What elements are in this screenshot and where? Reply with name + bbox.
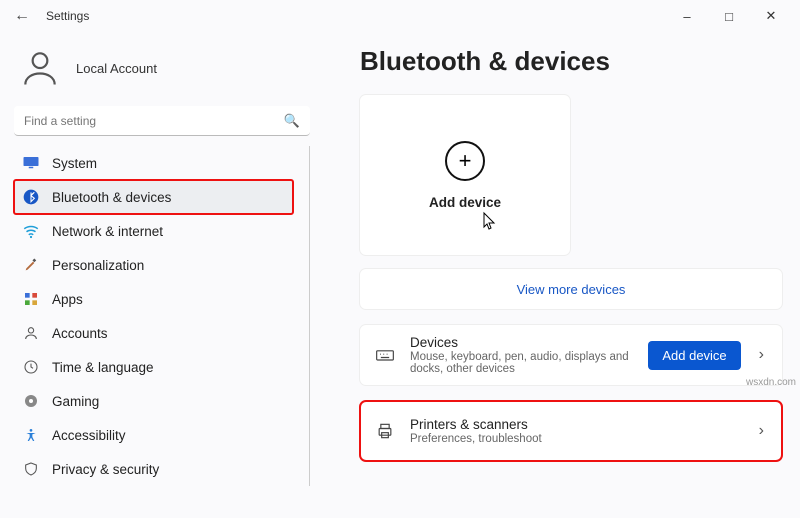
sidebar-item-label: System bbox=[52, 156, 97, 171]
add-device-button[interactable]: Add device bbox=[648, 341, 740, 370]
back-button[interactable]: ← bbox=[8, 7, 36, 25]
chevron-right-icon[interactable]: › bbox=[755, 422, 768, 440]
settings-window: ← Settings – □ ✕ Local Account 🔍 bbox=[0, 0, 800, 518]
main-content: Bluetooth & devices + Add device View mo… bbox=[320, 32, 800, 518]
sidebar-item-bluetooth[interactable]: Bluetooth & devices bbox=[14, 180, 293, 214]
devices-row-sub: Mouse, keyboard, pen, audio, displays an… bbox=[410, 351, 634, 375]
sidebar-item-label: Accounts bbox=[52, 326, 108, 341]
sidebar-item-label: Privacy & security bbox=[52, 462, 159, 477]
sidebar-item-label: Accessibility bbox=[52, 428, 126, 443]
sidebar-item-personalization[interactable]: Personalization bbox=[14, 248, 293, 282]
sidebar-item-label: Personalization bbox=[52, 258, 144, 273]
bluetooth-icon bbox=[22, 188, 40, 206]
clock-icon bbox=[22, 358, 40, 376]
search-icon: 🔍 bbox=[284, 113, 300, 129]
search-input[interactable] bbox=[14, 106, 310, 136]
printers-row[interactable]: Printers & scanners Preferences, trouble… bbox=[360, 401, 782, 461]
account-block[interactable]: Local Account bbox=[14, 38, 310, 104]
account-name: Local Account bbox=[76, 61, 157, 76]
devices-row[interactable]: Devices Mouse, keyboard, pen, audio, dis… bbox=[360, 325, 782, 385]
close-button[interactable]: ✕ bbox=[750, 2, 792, 30]
sidebar-item-label: Time & language bbox=[52, 360, 154, 375]
sidebar-item-accessibility[interactable]: Accessibility bbox=[14, 418, 293, 452]
view-more-devices-link[interactable]: View more devices bbox=[360, 269, 782, 309]
add-device-card[interactable]: + Add device bbox=[360, 95, 570, 255]
minimize-button[interactable]: – bbox=[666, 2, 708, 30]
shield-icon bbox=[22, 460, 40, 478]
sidebar-item-system[interactable]: System bbox=[14, 146, 293, 180]
paintbrush-icon bbox=[22, 256, 40, 274]
maximize-button[interactable]: □ bbox=[708, 2, 750, 30]
monitor-icon bbox=[22, 154, 40, 172]
sidebar-item-privacy[interactable]: Privacy & security bbox=[14, 452, 293, 486]
mouse-cursor-icon bbox=[482, 211, 498, 231]
body: Local Account 🔍 System Bluetooth & bbox=[0, 32, 800, 518]
nav: System Bluetooth & devices Network & int… bbox=[14, 146, 310, 486]
search-field[interactable]: 🔍 bbox=[14, 106, 310, 136]
devices-row-text: Devices Mouse, keyboard, pen, audio, dis… bbox=[410, 335, 634, 375]
add-device-label: Add device bbox=[429, 195, 501, 210]
person-icon bbox=[22, 324, 40, 342]
sidebar-item-time[interactable]: Time & language bbox=[14, 350, 293, 384]
sidebar-item-network[interactable]: Network & internet bbox=[14, 214, 293, 248]
watermark: wsxdn.com bbox=[746, 377, 796, 388]
sidebar-item-label: Network & internet bbox=[52, 224, 163, 239]
window-title: Settings bbox=[46, 9, 89, 23]
sidebar-item-label: Apps bbox=[52, 292, 83, 307]
sidebar-item-gaming[interactable]: Gaming bbox=[14, 384, 293, 418]
sidebar-item-label: Gaming bbox=[52, 394, 99, 409]
sidebar-item-accounts[interactable]: Accounts bbox=[14, 316, 293, 350]
printer-icon bbox=[374, 421, 396, 441]
keyboard-icon bbox=[374, 345, 396, 365]
sidebar: Local Account 🔍 System Bluetooth & bbox=[0, 32, 320, 518]
sidebar-item-label: Bluetooth & devices bbox=[52, 190, 171, 205]
devices-row-title: Devices bbox=[410, 335, 634, 350]
plus-icon: + bbox=[445, 141, 485, 181]
gaming-icon bbox=[22, 392, 40, 410]
avatar-icon bbox=[18, 46, 62, 90]
printers-row-text: Printers & scanners Preferences, trouble… bbox=[410, 417, 741, 445]
printers-row-sub: Preferences, troubleshoot bbox=[410, 433, 741, 445]
accessibility-icon bbox=[22, 426, 40, 444]
wifi-icon bbox=[22, 222, 40, 240]
page-title: Bluetooth & devices bbox=[360, 46, 782, 77]
view-more-label: View more devices bbox=[517, 282, 626, 297]
titlebar: ← Settings – □ ✕ bbox=[0, 0, 800, 32]
apps-icon bbox=[22, 290, 40, 308]
printers-row-title: Printers & scanners bbox=[410, 417, 741, 432]
sidebar-item-apps[interactable]: Apps bbox=[14, 282, 293, 316]
chevron-right-icon[interactable]: › bbox=[755, 346, 768, 364]
